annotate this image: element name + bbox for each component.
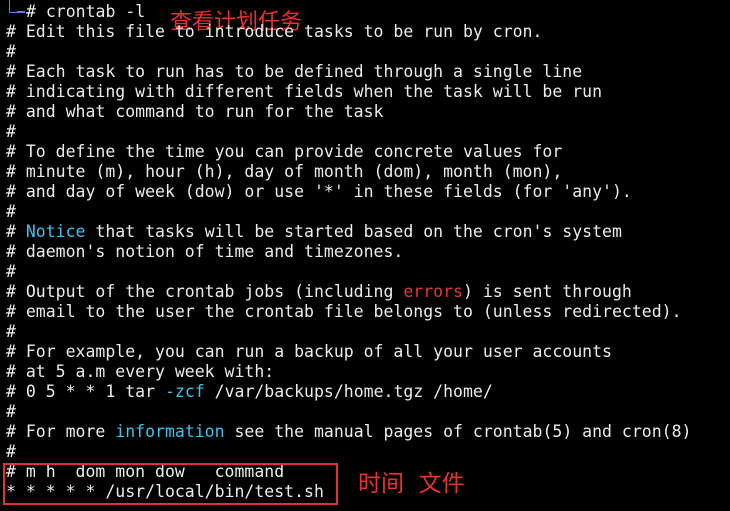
- annotation-highlight-box: [3, 463, 338, 505]
- highlight-information: information: [115, 422, 225, 441]
- output-line-info: # For more information see the manual pa…: [6, 422, 691, 442]
- line-text: # Output of the crontab jobs (including: [6, 282, 404, 301]
- output-line: #: [6, 202, 16, 221]
- output-line: # For example, you can run a backup of a…: [6, 342, 612, 361]
- output-line: # daemon's notion of time and timezones.: [6, 242, 404, 261]
- output-line: # Each task to run has to be defined thr…: [6, 62, 583, 81]
- output-line: #: [6, 402, 16, 421]
- line-text: see the manual pages of crontab(5) and c…: [224, 422, 692, 441]
- prompt-dash-glyph: [17, 11, 25, 13]
- output-line: #: [6, 442, 16, 461]
- output-line: # indicating with different fields when …: [6, 82, 603, 101]
- output-line: # and what command to run for the task: [6, 102, 384, 121]
- output-line: #: [6, 262, 16, 281]
- line-text: #: [6, 222, 26, 241]
- output-line: #: [6, 122, 16, 141]
- output-line: # Edit this file to introduce tasks to b…: [6, 22, 543, 41]
- terminal-window[interactable]: # crontab -l 查看计划任务 # Edit this file to …: [0, 0, 730, 511]
- output-line: # at 5 a.m every week with:: [6, 362, 275, 381]
- output-line: #: [6, 42, 16, 61]
- output-line: # minute (m), hour (h), day of month (do…: [6, 162, 563, 181]
- annotation-bottom: 时间 文件: [358, 471, 465, 497]
- output-line-notice: # Notice that tasks will be started base…: [6, 222, 622, 242]
- output-line: #: [6, 322, 16, 341]
- highlight-notice: Notice: [25, 222, 86, 241]
- line-text: # For more: [6, 422, 116, 441]
- line-text: ) is sent through: [462, 282, 632, 301]
- output-line: # To define the time you can provide con…: [6, 142, 563, 161]
- output-line: # email to the user the crontab file bel…: [6, 302, 682, 321]
- highlight-zcf: -zcf: [164, 382, 205, 401]
- prompt-corner-glyph: [9, 0, 17, 13]
- line-text: that tasks will be started based on the …: [85, 222, 622, 241]
- output-line-errors: # Output of the crontab jobs (including …: [6, 282, 632, 302]
- prompt-command: # crontab -l: [26, 2, 146, 21]
- highlight-errors: errors: [403, 282, 463, 301]
- line-text: /var/backups/home.tgz /home/: [204, 382, 493, 401]
- output-line-example: # 0 5 * * 1 tar -zcf /var/backups/home.t…: [6, 382, 493, 402]
- output-line: # and day of week (dow) or use '*' in th…: [6, 182, 632, 201]
- line-text: # 0 5 * * 1 tar: [6, 382, 165, 401]
